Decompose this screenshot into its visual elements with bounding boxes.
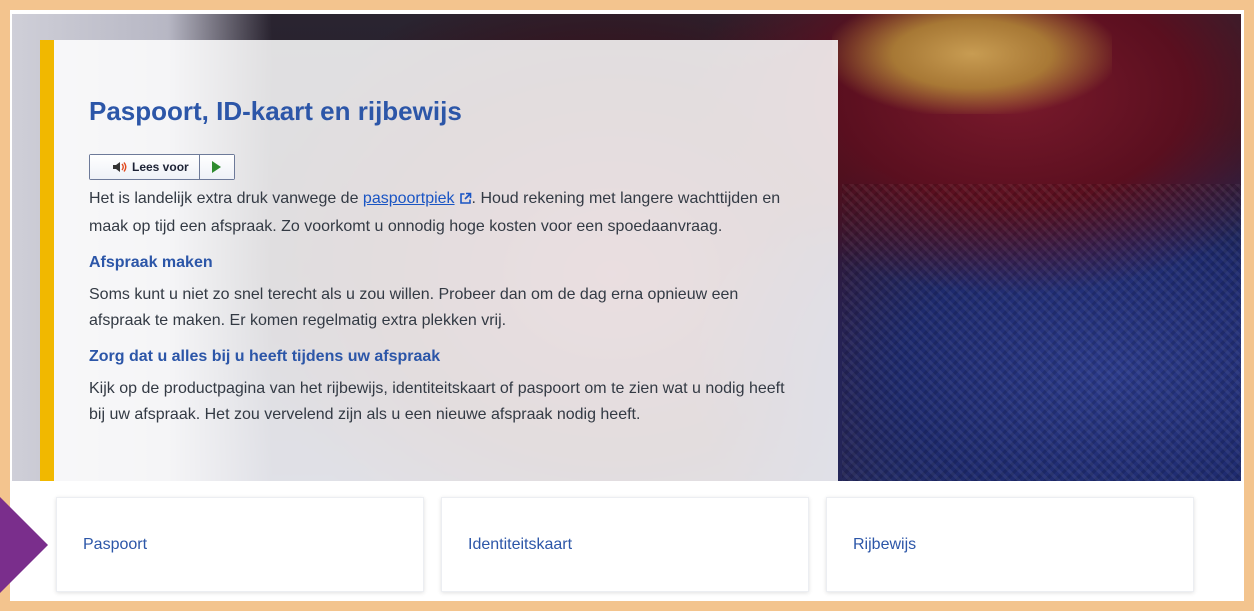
read-aloud-bar: Lees voor	[89, 154, 235, 180]
fabric-texture	[842, 184, 1241, 481]
arrow-pointer-icon	[0, 497, 48, 593]
read-aloud-label: Lees voor	[132, 160, 189, 174]
intro-text-part1: Het is landelijk extra druk vanwege de	[89, 190, 363, 207]
card-paspoort[interactable]: Paspoort	[56, 497, 424, 592]
play-icon	[212, 161, 222, 173]
read-aloud-button[interactable]: Lees voor	[90, 155, 200, 179]
accent-bar	[40, 40, 54, 481]
external-link-icon	[459, 188, 472, 214]
play-button[interactable]	[199, 155, 234, 179]
paspoortpiek-link[interactable]: paspoortpiek	[363, 190, 455, 207]
intro-text: Het is landelijk extra druk vanwege de p…	[89, 186, 804, 240]
section-heading-zorg-dat: Zorg dat u alles bij u heeft tijdens uw …	[89, 348, 441, 365]
card-rijbewijs[interactable]: Rijbewijs	[826, 497, 1194, 592]
page-title: Paspoort, ID-kaart en rijbewijs	[89, 96, 462, 126]
card-identiteitskaart[interactable]: Identiteitskaart	[441, 497, 809, 592]
section-text-afspraak-maken: Soms kunt u niet zo snel terecht als u z…	[89, 286, 739, 329]
passport-emblem	[832, 14, 1112, 114]
section-text-zorg-dat: Kijk op de productpagina van het rijbewi…	[89, 380, 785, 423]
speaker-icon	[112, 161, 128, 173]
section-heading-afspraak-maken: Afspraak maken	[89, 254, 213, 271]
content-panel: Paspoort, ID-kaart en rijbewijs Lees voo…	[54, 40, 838, 481]
